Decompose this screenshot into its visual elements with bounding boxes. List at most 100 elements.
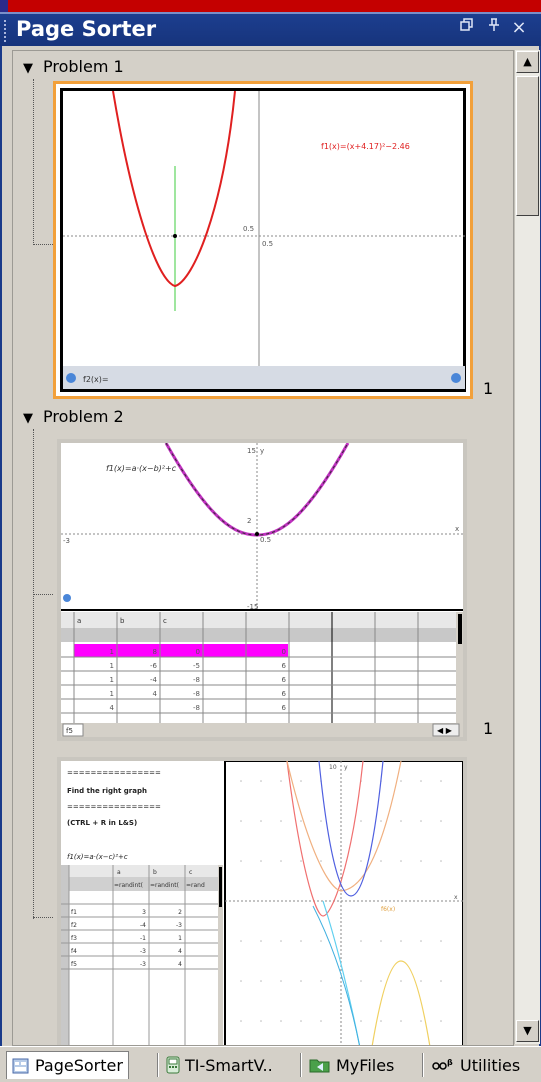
svg-text:1: 1 <box>178 935 182 942</box>
page-sorter-icon <box>12 1058 29 1073</box>
svg-text:0: 0 <box>196 648 200 656</box>
svg-text:f6(x): f6(x) <box>381 906 395 913</box>
vertical-scrollbar[interactable]: ▲ ▼ <box>514 50 540 1044</box>
svg-text:-8: -8 <box>193 704 200 712</box>
svg-text:-3: -3 <box>140 961 146 968</box>
svg-text:15: 15 <box>247 447 256 455</box>
problem-1-header[interactable]: ▼ Problem 1 <box>23 57 124 76</box>
svg-text:-8: -8 <box>193 690 200 698</box>
svg-text:(CTRL + R in L&S): (CTRL + R in L&S) <box>67 819 137 827</box>
svg-text:3: 3 <box>142 909 146 916</box>
tree-branch <box>33 594 53 595</box>
tab-label: TI-SmartV.. <box>185 1055 273 1075</box>
svg-text:=rand: =rand <box>186 882 205 889</box>
tab-label: Utilities <box>460 1055 521 1075</box>
problem-label: Problem 2 <box>43 407 124 426</box>
split-page-canvas: ================ Find the right graph ==… <box>61 761 463 1045</box>
expand-triangle-icon[interactable]: ▼ <box>23 411 33 426</box>
svg-text:6: 6 <box>282 676 287 684</box>
svg-text:-6: -6 <box>150 662 158 670</box>
svg-text:x: x <box>454 894 458 901</box>
page-thumbnail-2-2[interactable]: ================ Find the right graph ==… <box>57 757 467 1045</box>
tab-divider <box>300 1053 302 1077</box>
svg-text:1: 1 <box>110 690 114 698</box>
pin-icon[interactable] <box>483 17 505 38</box>
graph-canvas: 0.5 0.5 f1(x)=(x+4.17)²−2.46 f2(x)= <box>63 91 465 389</box>
tree-connector <box>33 429 34 919</box>
page-sorter-panel: ▼ Problem 1 0.5 0.5 f1(x)=(x+4.17)²−2.46 … <box>0 46 541 1046</box>
close-icon[interactable]: × <box>508 17 530 38</box>
svg-text:a: a <box>117 869 121 876</box>
svg-text:a: a <box>77 617 81 625</box>
svg-text:-1: -1 <box>140 935 146 942</box>
svg-text:◀ ▶: ◀ ▶ <box>437 726 453 735</box>
drag-grip[interactable] <box>4 20 10 42</box>
page-list: ▼ Problem 1 0.5 0.5 f1(x)=(x+4.17)²−2.46 … <box>12 50 514 1046</box>
svg-text:Find the right graph: Find the right graph <box>67 787 147 795</box>
svg-text:y: y <box>260 447 264 455</box>
page-thumbnail-2-1[interactable]: f1(x)=a·(x−b)²+c 15 y 2 0.5 -3 x -15 a b… <box>57 439 467 741</box>
svg-text:x: x <box>455 525 459 533</box>
svg-text:1: 1 <box>110 662 114 670</box>
utilities-icon: β <box>432 1058 453 1070</box>
tab-label: MyFiles <box>336 1055 395 1075</box>
panel-tab-bar: PageSorter TI-SmartV.. MyFiles β Utiliti… <box>0 1046 541 1082</box>
page-number: 1 <box>483 719 494 738</box>
function-label: f1(x)=(x+4.17)²−2.46 <box>321 142 410 151</box>
restore-icon[interactable] <box>456 17 478 38</box>
svg-text:0.5: 0.5 <box>262 240 273 248</box>
scroll-down-icon[interactable]: ▼ <box>516 1020 539 1042</box>
svg-text:-8: -8 <box>193 676 200 684</box>
graph-and-table: f1(x)=a·(x−b)²+c 15 y 2 0.5 -3 x -15 a b… <box>61 443 463 737</box>
svg-text:f1(x)=a·(x−c)²+c: f1(x)=a·(x−c)²+c <box>67 853 128 861</box>
panel-title: Page Sorter <box>16 17 157 41</box>
svg-text:4: 4 <box>178 961 182 968</box>
svg-text:c: c <box>189 869 192 876</box>
svg-text:-3: -3 <box>176 922 182 929</box>
tree-branch <box>33 917 53 918</box>
tab-pagesorter[interactable]: PageSorter <box>6 1051 129 1079</box>
tab-utilities[interactable]: β Utilities <box>426 1051 525 1079</box>
svg-text:-3: -3 <box>140 948 146 955</box>
top-edge <box>0 0 541 12</box>
svg-text:0: 0 <box>282 648 286 656</box>
page-thumbnail-1-1[interactable]: 0.5 0.5 f1(x)=(x+4.17)²−2.46 f2(x)= <box>53 81 473 399</box>
calculator-icon <box>166 1056 180 1074</box>
svg-text:================: ================ <box>67 769 161 777</box>
problem-2-header[interactable]: ▼ Problem 2 <box>23 407 124 426</box>
tab-divider <box>422 1053 424 1077</box>
svg-text:8: 8 <box>153 648 157 656</box>
svg-text:================: ================ <box>67 803 161 811</box>
svg-text:-4: -4 <box>140 922 146 929</box>
svg-text:0.5: 0.5 <box>243 225 254 233</box>
scroll-thumb[interactable] <box>516 76 539 216</box>
svg-text:4: 4 <box>110 704 115 712</box>
panel-titlebar[interactable]: Page Sorter × <box>0 12 541 46</box>
svg-text:-4: -4 <box>150 676 158 684</box>
svg-text:6: 6 <box>282 704 287 712</box>
svg-text:f3: f3 <box>71 935 77 942</box>
problem-label: Problem 1 <box>43 57 124 76</box>
expand-triangle-icon[interactable]: ▼ <box>23 61 33 76</box>
tab-ti-smartview[interactable]: TI-SmartV.. <box>161 1051 278 1079</box>
tab-label: PageSorter <box>35 1056 123 1075</box>
svg-text:-3: -3 <box>63 537 70 545</box>
svg-text:2: 2 <box>247 517 251 525</box>
top-edge-accent <box>0 0 8 12</box>
svg-text:0.5: 0.5 <box>260 536 271 544</box>
svg-text:1: 1 <box>110 648 114 656</box>
svg-text:f5: f5 <box>66 727 73 735</box>
svg-text:-5: -5 <box>193 662 200 670</box>
tab-divider <box>157 1053 159 1077</box>
svg-text:6: 6 <box>282 690 287 698</box>
svg-text:c: c <box>163 617 167 625</box>
svg-text:f2: f2 <box>71 922 77 929</box>
folder-icon <box>309 1059 330 1073</box>
svg-text:1: 1 <box>110 676 114 684</box>
svg-text:b: b <box>120 617 125 625</box>
svg-text:6: 6 <box>282 662 287 670</box>
svg-text:4: 4 <box>178 948 182 955</box>
tab-myfiles[interactable]: MyFiles <box>304 1051 399 1079</box>
scroll-up-icon[interactable]: ▲ <box>516 51 539 73</box>
svg-text:f5: f5 <box>71 961 77 968</box>
